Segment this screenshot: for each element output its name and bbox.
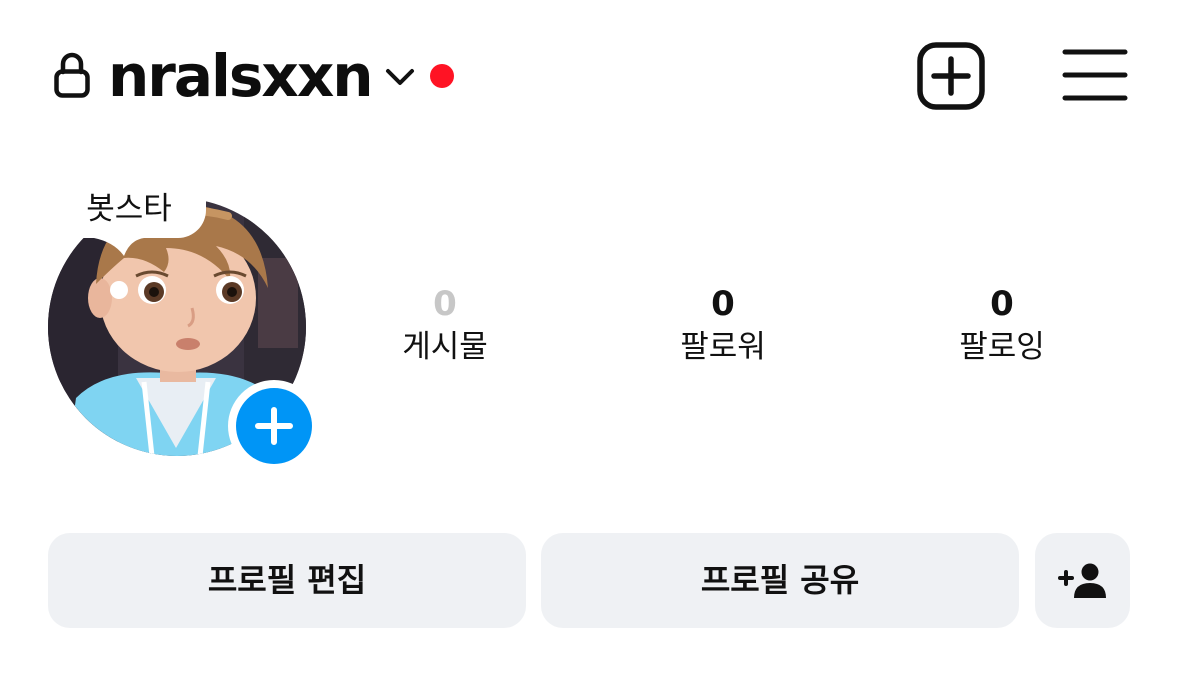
posts-stat[interactable]: 0 게시물	[345, 284, 545, 370]
followers-count: 0	[711, 284, 735, 324]
discover-people-button[interactable]	[1035, 533, 1130, 628]
note-text: 봇스타	[86, 191, 172, 227]
following-count: 0	[990, 284, 1014, 324]
edit-profile-button[interactable]: 프로필 편집	[48, 533, 526, 628]
posts-count: 0	[433, 284, 457, 324]
plus-square-icon	[917, 42, 985, 110]
lock-icon	[54, 51, 90, 99]
posts-label: 게시물	[402, 329, 488, 365]
username[interactable]: nralsxxn	[108, 38, 374, 114]
followers-label: 팔로워	[680, 329, 766, 365]
followers-stat[interactable]: 0 팔로워	[623, 284, 823, 370]
add-story-button[interactable]	[228, 380, 320, 472]
plus-icon	[255, 407, 293, 445]
note-tail-dot	[110, 281, 128, 299]
following-label: 팔로잉	[959, 329, 1045, 365]
notification-dot	[430, 64, 454, 88]
new-post-button[interactable]	[916, 41, 986, 111]
hamburger-menu-icon	[1062, 49, 1128, 101]
menu-button[interactable]	[1062, 47, 1128, 103]
person-add-icon	[1058, 563, 1106, 598]
following-stat[interactable]: 0 팔로잉	[902, 284, 1102, 370]
chevron-down-icon[interactable]	[384, 66, 416, 88]
share-profile-button[interactable]: 프로필 공유	[541, 533, 1019, 628]
